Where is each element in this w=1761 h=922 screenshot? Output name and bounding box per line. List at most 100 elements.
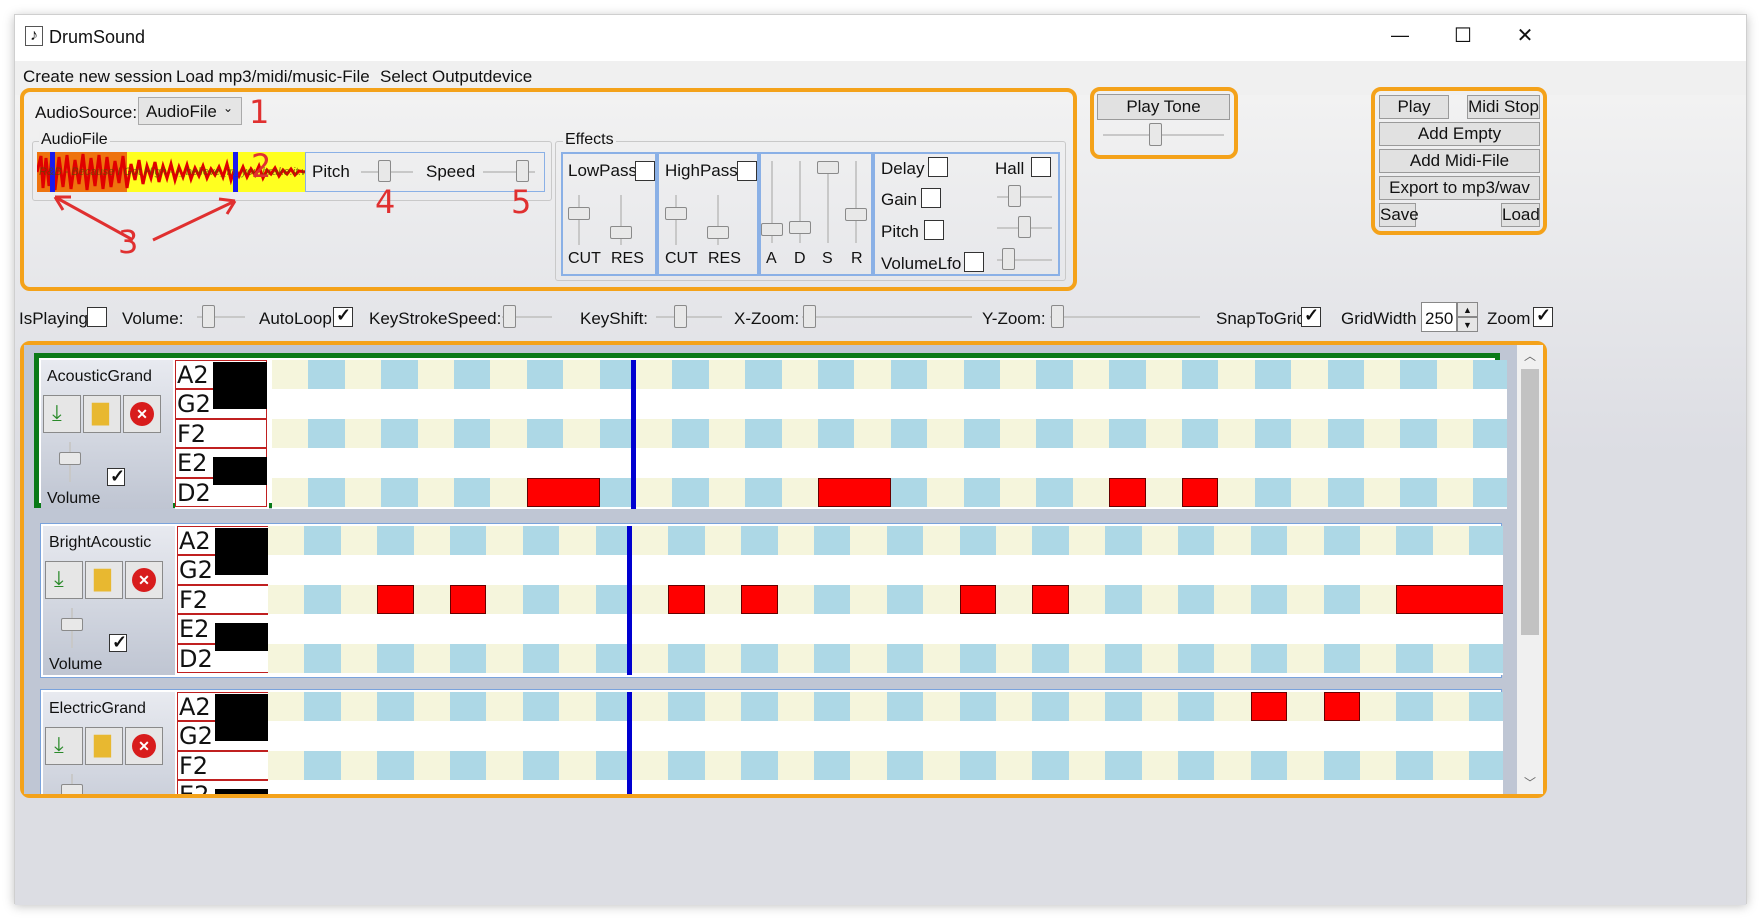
grid-cell[interactable] [886, 750, 924, 781]
grid-cell[interactable] [781, 477, 818, 507]
grid-cell[interactable] [741, 750, 778, 781]
grid-cell[interactable] [850, 584, 887, 615]
grid-cell[interactable] [963, 477, 1000, 507]
grid-cell[interactable] [854, 418, 891, 449]
decay-thumb[interactable] [789, 221, 811, 234]
track-volume-thumb[interactable] [59, 452, 81, 465]
grid-cell[interactable] [632, 526, 669, 556]
grid-cell[interactable] [417, 418, 454, 449]
midi-note[interactable] [1323, 692, 1360, 722]
highpass-checkbox[interactable] [737, 161, 757, 181]
grid-cell[interactable] [1473, 418, 1507, 449]
highpass-cut-thumb[interactable] [665, 207, 687, 220]
grid-cell[interactable] [745, 418, 782, 449]
grid-cell[interactable] [1182, 360, 1219, 390]
grid-cell[interactable] [1068, 526, 1106, 556]
grid-cell[interactable] [1360, 584, 1397, 615]
grid-cell[interactable] [1287, 750, 1324, 781]
grid-cell[interactable] [959, 526, 996, 556]
export-button[interactable]: Export to mp3/wav [1379, 176, 1540, 200]
grid-cell[interactable] [486, 643, 523, 673]
grid-cell[interactable] [417, 360, 454, 390]
grid-cell[interactable] [1178, 750, 1215, 781]
piano-key[interactable]: F2 [175, 418, 267, 449]
grid-cell[interactable] [1364, 477, 1401, 507]
delay-checkbox[interactable] [928, 157, 948, 177]
grid-cell[interactable] [272, 477, 309, 507]
grid-cell[interactable] [304, 750, 341, 781]
tone-slider-track[interactable] [1103, 134, 1224, 136]
grid-cell[interactable] [1141, 643, 1178, 673]
close-button[interactable]: ✕ [1510, 23, 1540, 48]
grid-cell[interactable] [704, 692, 742, 722]
grid-cell[interactable] [741, 692, 778, 722]
zoom-checkbox[interactable] [1533, 305, 1553, 327]
gain-checkbox[interactable] [921, 188, 941, 208]
scroll-up-icon[interactable]: ︿ [1517, 345, 1543, 367]
grid-cell[interactable] [632, 584, 669, 615]
grid-cell[interactable] [1360, 643, 1397, 673]
grid-cell[interactable] [668, 526, 705, 556]
grid-cell[interactable] [522, 584, 560, 615]
highpass-res-thumb[interactable] [707, 226, 729, 239]
grid-cell[interactable] [340, 526, 378, 556]
grid-cell[interactable] [1323, 526, 1360, 556]
grid-cell[interactable] [636, 418, 673, 449]
grid-cell[interactable] [1287, 584, 1324, 615]
grid-cell[interactable] [486, 584, 523, 615]
grid-cell[interactable] [1469, 643, 1503, 673]
grid-cell[interactable] [636, 360, 673, 390]
piano-key[interactable]: F2 [177, 750, 269, 781]
grid-cell[interactable] [890, 418, 928, 449]
lowpass-cut-thumb[interactable] [568, 207, 590, 220]
grid-cell[interactable] [1396, 750, 1433, 781]
track-import-button[interactable]: ⤓ [43, 395, 81, 433]
grid-cell[interactable] [1327, 360, 1364, 390]
track-enabled-checkbox[interactable] [109, 632, 127, 653]
track-folder-button[interactable]: ▇ [83, 395, 121, 433]
grid-cell[interactable] [1145, 360, 1182, 390]
grid-cell[interactable] [522, 526, 560, 556]
grid-cell[interactable] [340, 584, 378, 615]
menu-load-file[interactable]: Load mp3/midi/music-File [176, 67, 370, 87]
grid-cell[interactable] [1396, 692, 1433, 722]
grid-cell[interactable] [377, 643, 414, 673]
xzoom-slider-thumb[interactable] [803, 305, 816, 328]
grid-cell[interactable] [1109, 418, 1146, 449]
track-folder-button[interactable]: ▇ [85, 727, 123, 765]
audio-source-dropdown[interactable]: AudioFile ⌄ [138, 97, 242, 125]
autoloop-checkbox[interactable] [333, 305, 353, 327]
grid-cell[interactable] [450, 750, 487, 781]
grid-cell[interactable] [1218, 418, 1255, 449]
grid-cell[interactable] [1068, 584, 1106, 615]
grid-cell[interactable] [413, 643, 450, 673]
add-midi-file-button[interactable]: Add Midi-File [1379, 149, 1540, 173]
yzoom-slider-thumb[interactable] [1051, 305, 1064, 328]
grid-cell[interactable] [777, 584, 814, 615]
grid-cell[interactable] [741, 643, 778, 673]
grid-cell[interactable] [454, 360, 491, 390]
grid-cell[interactable] [668, 750, 705, 781]
piano-black-key[interactable] [215, 547, 269, 576]
grid-cell[interactable] [1068, 692, 1106, 722]
grid-cell[interactable] [1105, 692, 1142, 722]
grid-cell[interactable] [340, 750, 378, 781]
vertical-scrollbar[interactable]: ︿ ﹀ [1517, 345, 1543, 794]
grid-cell[interactable] [1396, 526, 1433, 556]
grid-cell[interactable] [1432, 643, 1470, 673]
grid-cell[interactable] [308, 360, 345, 390]
grid-cell[interactable] [1327, 477, 1364, 507]
grid-cell[interactable] [850, 692, 887, 722]
grid-cell[interactable] [850, 643, 887, 673]
grid-cell[interactable] [559, 584, 596, 615]
midi-note[interactable] [959, 584, 996, 615]
grid-cell[interactable] [923, 526, 960, 556]
note-grid[interactable] [268, 692, 1503, 794]
note-grid[interactable] [268, 526, 1503, 675]
grid-cell[interactable] [745, 360, 782, 390]
midi-note[interactable] [1182, 477, 1219, 507]
grid-cell[interactable] [1105, 750, 1142, 781]
grid-cell[interactable] [563, 418, 600, 449]
grid-cell[interactable] [1178, 692, 1215, 722]
grid-cell[interactable] [672, 477, 709, 507]
